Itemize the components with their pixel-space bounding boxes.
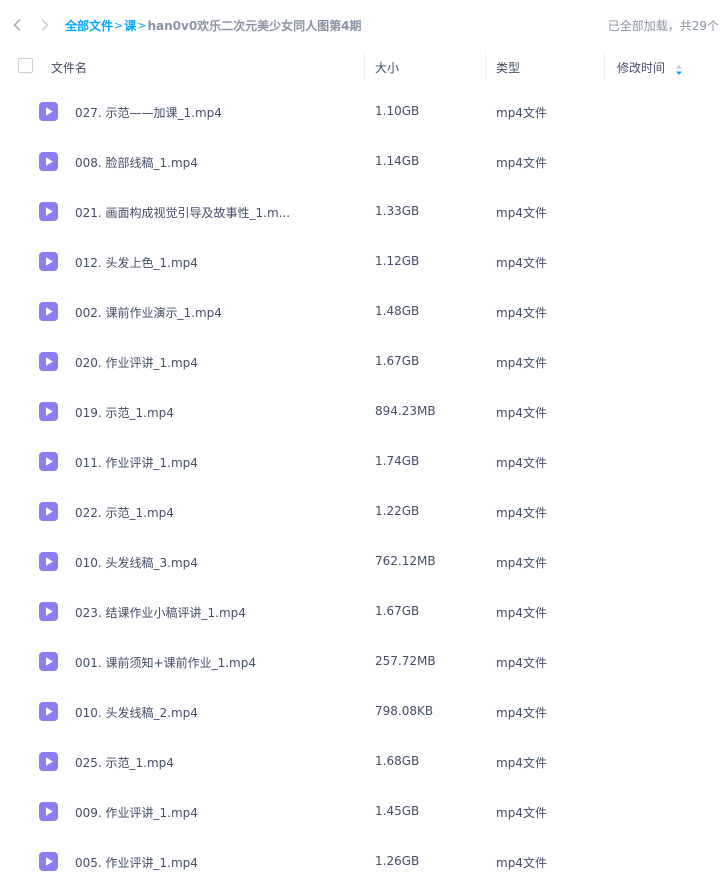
sort-arrow-icon[interactable]	[675, 61, 683, 75]
video-file-icon	[39, 102, 58, 121]
breadcrumb-current-folder: han0v0欢乐二次元美少女同人图第4期	[147, 18, 362, 33]
file-name[interactable]: 010. 头发线稿_3.mp4	[75, 554, 198, 571]
file-name[interactable]: 023. 结课作业小稿评讲_1.mp4	[75, 604, 246, 621]
chevron-left-icon[interactable]	[8, 14, 26, 36]
file-size: 1.67GB	[375, 604, 420, 618]
breadcrumb-parent-link[interactable]: 课	[124, 17, 136, 34]
video-file-icon	[39, 802, 58, 821]
file-name[interactable]: 019. 示范_1.mp4	[75, 404, 174, 421]
video-file-icon	[39, 252, 58, 271]
file-size: 257.72MB	[375, 654, 436, 668]
breadcrumb: 全部文件 > 课 > han0v0欢乐二次元美少女同人图第4期	[65, 16, 362, 34]
video-file-icon	[39, 552, 58, 571]
chevron-right-icon[interactable]	[36, 14, 54, 36]
file-name[interactable]: 021. 画面构成视觉引导及故事性_1.m...	[75, 204, 290, 221]
file-type: mp4文件	[496, 306, 547, 320]
file-type: mp4文件	[496, 456, 547, 470]
file-name[interactable]: 010. 头发线稿_2.mp4	[75, 704, 198, 721]
file-name[interactable]: 022. 示范_1.mp4	[75, 504, 174, 521]
column-header-size[interactable]: 大小	[375, 59, 399, 76]
file-name[interactable]: 001. 课前须知+课前作业_1.mp4	[75, 654, 256, 671]
file-type: mp4文件	[496, 606, 547, 620]
video-file-icon	[39, 652, 58, 671]
file-size: 1.48GB	[375, 304, 420, 318]
file-type: mp4文件	[496, 656, 547, 670]
file-name[interactable]: 002. 课前作业演示_1.mp4	[75, 304, 222, 321]
file-row[interactable]: 010. 头发线稿_2.mp4 798.08KB mp4文件	[0, 687, 727, 737]
file-size: 762.12MB	[375, 554, 436, 568]
file-size: 1.74GB	[375, 454, 420, 468]
file-name[interactable]: 025. 示范_1.mp4	[75, 754, 174, 771]
file-type: mp4文件	[496, 156, 547, 170]
column-header-name[interactable]: 文件名	[51, 59, 87, 76]
video-file-icon	[39, 202, 58, 221]
file-row[interactable]: 011. 作业评讲_1.mp4 1.74GB mp4文件	[0, 437, 727, 487]
video-file-icon	[39, 852, 58, 871]
video-file-icon	[39, 152, 58, 171]
load-status-text: 已全部加载，共29个	[607, 19, 719, 33]
file-row[interactable]: 019. 示范_1.mp4 894.23MB mp4文件	[0, 387, 727, 437]
video-file-icon	[39, 602, 58, 621]
file-row[interactable]: 001. 课前须知+课前作业_1.mp4 257.72MB mp4文件	[0, 637, 727, 687]
file-type: mp4文件	[496, 256, 547, 270]
file-row[interactable]: 008. 脸部线稿_1.mp4 1.14GB mp4文件	[0, 137, 727, 187]
file-row[interactable]: 022. 示范_1.mp4 1.22GB mp4文件	[0, 487, 727, 537]
file-name[interactable]: 011. 作业评讲_1.mp4	[75, 454, 198, 471]
file-size: 1.12GB	[375, 254, 420, 268]
file-type: mp4文件	[496, 756, 547, 770]
file-row[interactable]: 009. 作业评讲_1.mp4 1.45GB mp4文件	[0, 787, 727, 837]
file-name[interactable]: 020. 作业评讲_1.mp4	[75, 354, 198, 371]
file-size: 1.45GB	[375, 804, 420, 818]
file-size: 1.33GB	[375, 204, 420, 218]
file-name[interactable]: 012. 头发上色_1.mp4	[75, 254, 198, 271]
column-divider	[364, 52, 365, 80]
file-row[interactable]: 010. 头发线稿_3.mp4 762.12MB mp4文件	[0, 537, 727, 587]
video-file-icon	[39, 502, 58, 521]
column-header-type[interactable]: 类型	[496, 59, 520, 76]
file-row[interactable]: 023. 结课作业小稿评讲_1.mp4 1.67GB mp4文件	[0, 587, 727, 637]
file-size: 1.67GB	[375, 354, 420, 368]
file-name[interactable]: 008. 脸部线稿_1.mp4	[75, 154, 198, 171]
file-type: mp4文件	[496, 556, 547, 570]
file-type: mp4文件	[496, 506, 547, 520]
column-divider	[485, 52, 486, 80]
file-type: mp4文件	[496, 406, 547, 420]
video-file-icon	[39, 752, 58, 771]
file-type: mp4文件	[496, 206, 547, 220]
file-row[interactable]: 021. 画面构成视觉引导及故事性_1.m... 1.33GB mp4文件	[0, 187, 727, 237]
video-file-icon	[39, 452, 58, 471]
file-size: 1.26GB	[375, 854, 420, 868]
file-size: 1.10GB	[375, 104, 420, 118]
breadcrumb-separator: >	[114, 18, 124, 32]
file-row[interactable]: 025. 示范_1.mp4 1.68GB mp4文件	[0, 737, 727, 787]
file-row[interactable]: 020. 作业评讲_1.mp4 1.67GB mp4文件	[0, 337, 727, 387]
breadcrumb-root-link[interactable]: 全部文件	[65, 17, 113, 34]
file-name[interactable]: 027. 示范——加课_1.mp4	[75, 104, 222, 121]
column-divider	[604, 52, 605, 80]
file-type: mp4文件	[496, 356, 547, 370]
file-row[interactable]: 005. 作业评讲_1.mp4 1.26GB mp4文件	[0, 837, 727, 887]
file-size: 1.68GB	[375, 754, 420, 768]
select-all-checkbox[interactable]	[18, 58, 33, 73]
file-table-header: 文件名 大小 类型 修改时间	[0, 50, 727, 84]
file-row[interactable]: 002. 课前作业演示_1.mp4 1.48GB mp4文件	[0, 287, 727, 337]
file-row[interactable]: 012. 头发上色_1.mp4 1.12GB mp4文件	[0, 237, 727, 287]
file-size: 1.22GB	[375, 504, 420, 518]
video-file-icon	[39, 402, 58, 421]
file-size: 1.14GB	[375, 154, 420, 168]
file-type: mp4文件	[496, 806, 547, 820]
file-list: 027. 示范——加课_1.mp4 1.10GB mp4文件 008. 脸部线稿…	[0, 87, 727, 887]
file-name[interactable]: 009. 作业评讲_1.mp4	[75, 804, 198, 821]
file-type: mp4文件	[496, 706, 547, 720]
file-size: 894.23MB	[375, 404, 436, 418]
video-file-icon	[39, 702, 58, 721]
breadcrumb-separator: >	[137, 18, 147, 32]
file-type: mp4文件	[496, 106, 547, 120]
file-row[interactable]: 027. 示范——加课_1.mp4 1.10GB mp4文件	[0, 87, 727, 137]
column-header-modified[interactable]: 修改时间	[617, 59, 665, 76]
video-file-icon	[39, 302, 58, 321]
file-size: 798.08KB	[375, 704, 434, 718]
top-bar: 全部文件 > 课 > han0v0欢乐二次元美少女同人图第4期 已全部加载，共2…	[0, 0, 727, 50]
video-file-icon	[39, 352, 58, 371]
